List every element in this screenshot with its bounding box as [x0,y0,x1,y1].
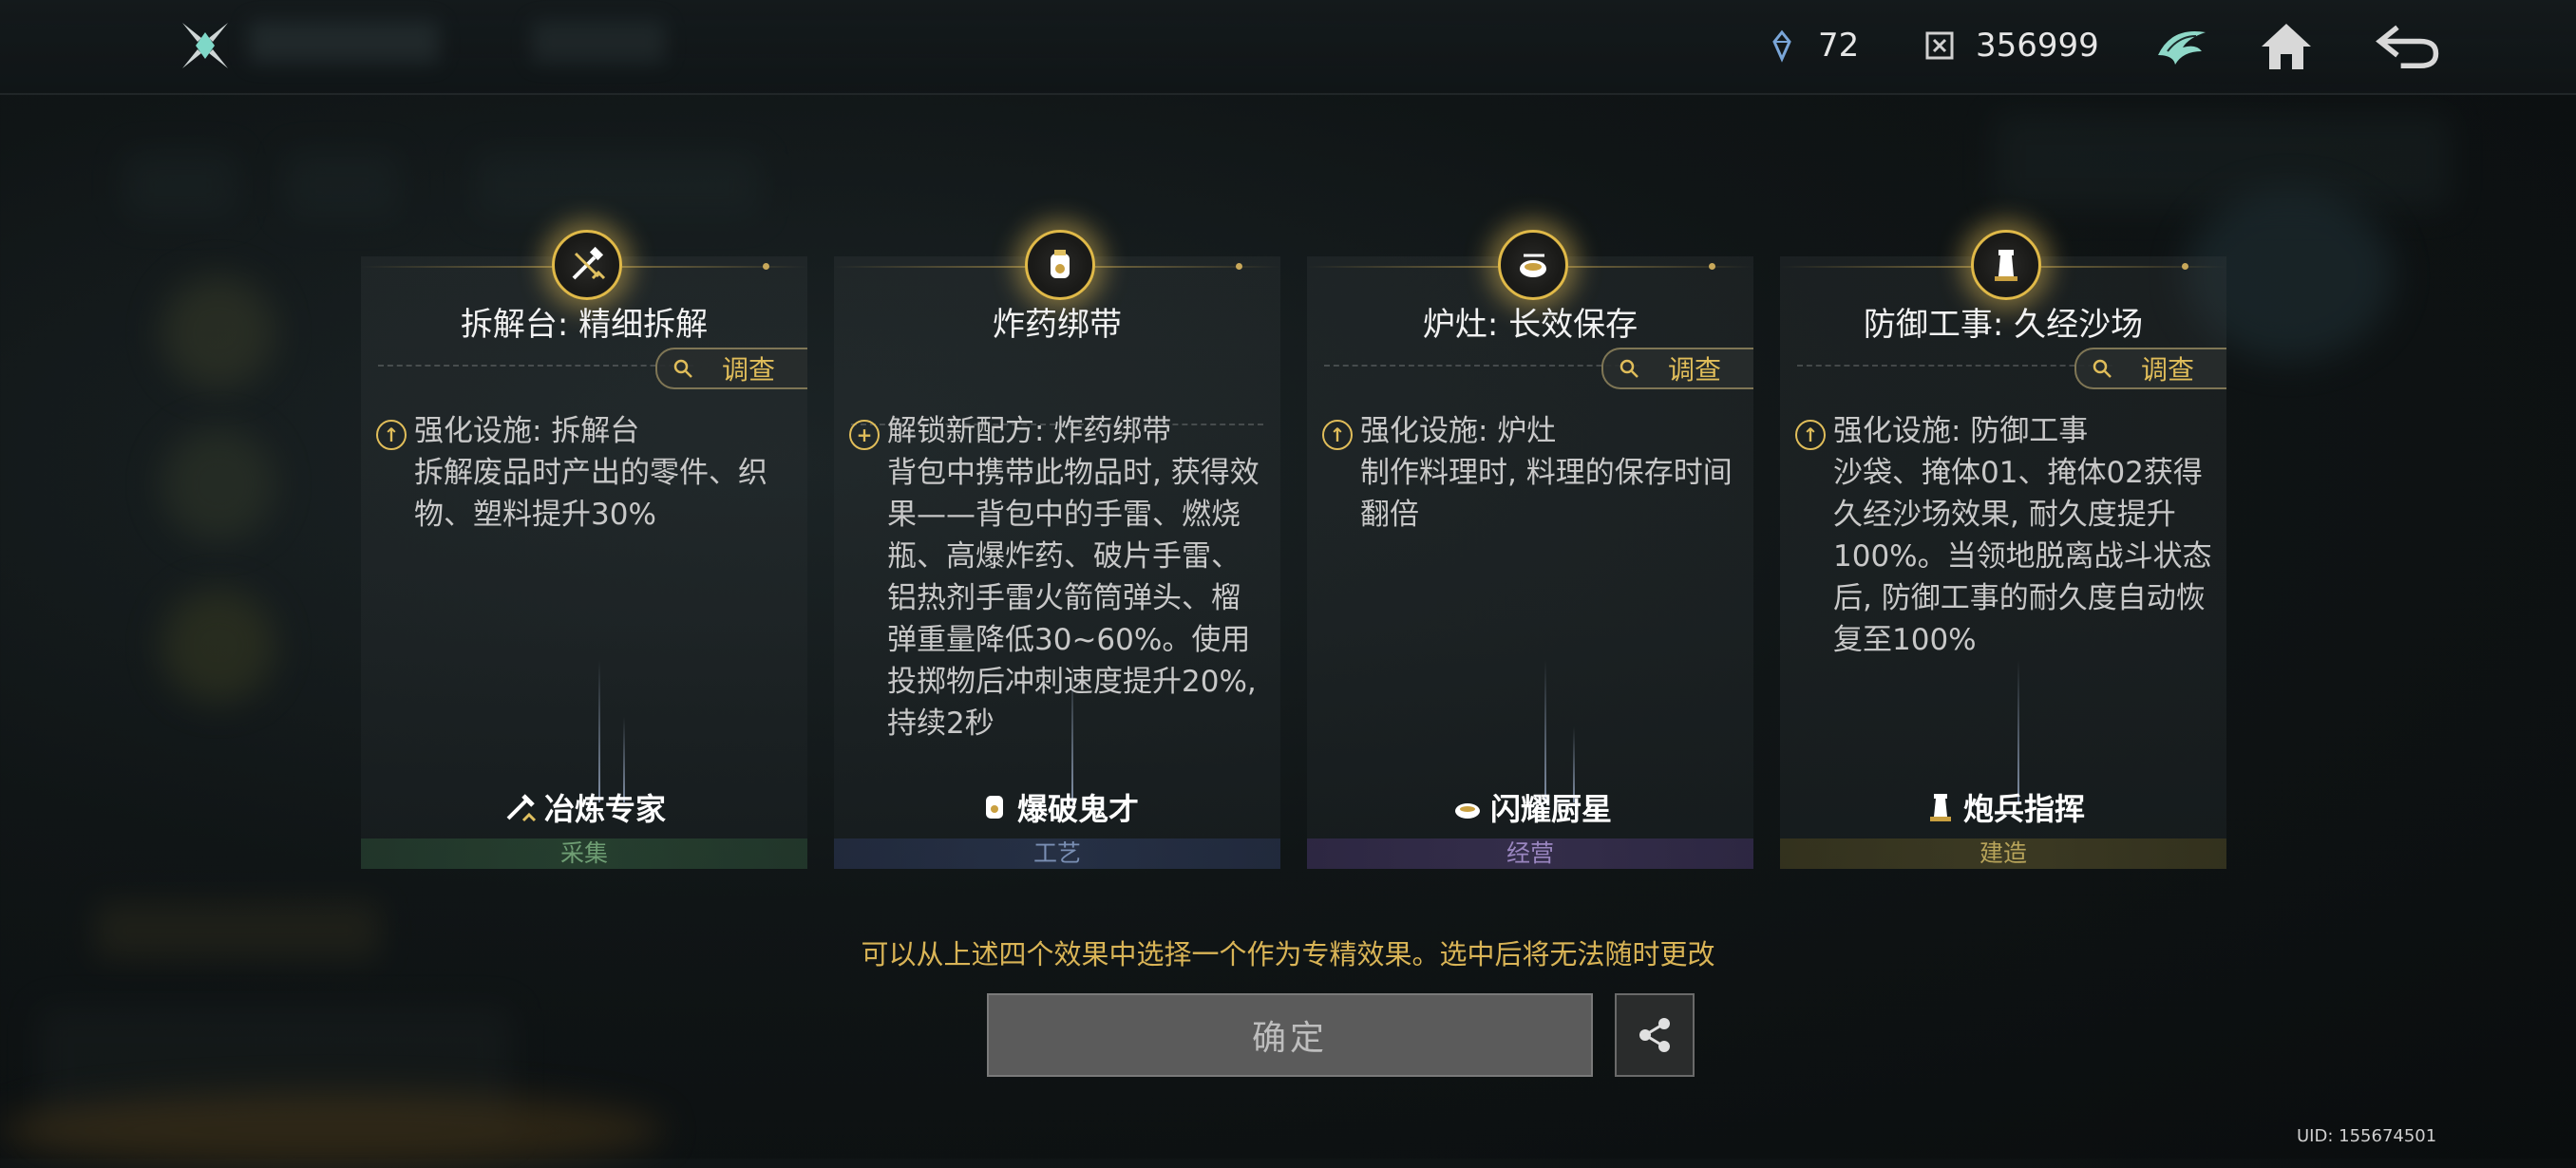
background-blur [161,275,275,389]
explosive-belt-icon [985,796,1003,819]
back-icon[interactable] [2375,13,2441,80]
confirm-button[interactable]: 确定 [987,993,1593,1077]
card-title: 炉灶: 长效保存 [1422,306,1638,344]
home-icon[interactable] [2253,13,2320,80]
specialization-card-fortification[interactable]: 防御工事: 久经沙场 调查 ↑ 强化设施: 防御工事 沙袋、掩体01、掩体02获… [1780,230,2226,869]
upgrade-arrow-icon: ↑ [376,420,407,450]
light-beam [1544,660,1546,802]
share-icon [1639,1018,1670,1052]
light-beam [2017,660,2019,802]
effect-description: 沙袋、掩体01、掩体02获得久经沙场效果, 耐久度提升100%。当领地脱离战斗状… [1833,456,2212,657]
upgrade-arrow-icon: ↑ [1322,420,1353,450]
app-logo-icon [177,17,234,74]
blurred-title [249,21,439,63]
skill-label: 爆破鬼才 [834,785,1280,829]
effect-type: 强化设施: 防御工事 [1833,414,2089,448]
hammer-wrench-icon [506,794,537,822]
background-blur [161,589,275,703]
card-title: 炸药绑带 [993,306,1122,344]
inspect-label: 调查 [722,354,776,386]
category-tag: 建造 [1780,838,2226,869]
upgrade-arrow-icon: ↑ [1795,420,1826,450]
background-blur [161,427,275,541]
skill-label: 炮兵指挥 [1780,785,2226,829]
effect-type: 解锁新配方: 炸药绑带 [887,414,1172,448]
blurred-title [532,21,665,63]
specialization-card-stove[interactable]: 炉灶: 长效保存 调查 ↑ 强化设施: 炉灶 制作料理时, 料理的保存时间翻倍 … [1307,230,1753,869]
card-divider-dot [763,263,769,270]
card-divider-dot [1709,263,1715,270]
category-tag: 采集 [361,838,807,869]
background-blur [1995,114,2451,209]
cooking-pot-icon [1454,803,1480,819]
card-divider-dot [2182,263,2188,270]
skill-name: 炮兵指挥 [1962,791,2085,827]
inspect-button[interactable]: 调查 [655,348,807,389]
card-title: 防御工事: 久经沙场 [1863,306,2144,344]
background-blur [475,152,760,218]
card-divider-dot [1236,263,1242,270]
light-beam [1071,660,1073,802]
card-title: 拆解台: 精细拆解 [460,306,709,344]
watchtower-icon [1971,230,2041,300]
plus-circle-icon: + [849,420,880,450]
specialization-card-explosive-belt[interactable]: 炸药绑带 + 解锁新配方: 炸药绑带 背包中携带此物品时, 获得效果——背包中的… [834,230,1280,869]
faction-emblem-icon[interactable] [2149,13,2215,80]
explosive-belt-icon [1025,230,1095,300]
card-body: 强化设施: 炉灶 制作料理时, 料理的保存时间翻倍 [1360,410,1740,536]
card-dashed-divider [378,365,693,367]
skill-name: 冶炼专家 [543,791,666,827]
card-dashed-divider [1324,365,1639,367]
inspect-label: 调查 [2141,354,2195,386]
card-body: 解锁新配方: 炸药绑带 背包中携带此物品时, 获得效果——背包中的手雷、燃烧瓶、… [887,410,1267,752]
background-blur [0,1092,665,1168]
category-tag: 经营 [1307,838,1753,869]
search-icon [2093,359,2112,378]
skill-label: 闪耀厨星 [1307,785,1753,829]
inspect-label: 调查 [1668,354,1722,386]
effect-description: 背包中携带此物品时, 获得效果——背包中的手雷、燃烧瓶、高爆炸药、破片手雷、铝热… [887,456,1260,741]
user-id: UID: 155674501 [2297,1126,2437,1146]
category-tag: 工艺 [834,838,1280,869]
currency-puzzle[interactable]: 356999 [1921,21,2099,70]
hammer-wrench-icon [552,230,622,300]
puzzle-currency-icon [1921,27,1959,65]
currency-crystal-value: 72 [1818,27,1860,65]
specialization-card-dismantle[interactable]: 拆解台: 精细拆解 调查 ↑ 强化设施: 拆解台 拆解废品时产出的零件、织物、塑… [361,230,807,869]
inspect-button[interactable]: 调查 [2074,348,2226,389]
currency-puzzle-value: 356999 [1976,27,2099,65]
effect-type: 强化设施: 炉灶 [1360,414,1557,448]
background-blur [123,152,237,218]
search-icon [673,359,692,378]
inspect-button[interactable]: 调查 [1601,348,1753,389]
selection-hint: 可以从上述四个效果中选择一个作为专精效果。选中后将无法随时更改 [861,938,1715,970]
background-blur [285,152,399,218]
share-button[interactable] [1615,993,1695,1077]
skill-label: 冶炼专家 [361,785,807,829]
card-dashed-divider [1797,365,2112,367]
card-body: 强化设施: 防御工事 沙袋、掩体01、掩体02获得久经沙场效果, 耐久度提升10… [1833,410,2213,661]
effect-description: 制作料理时, 料理的保存时间翻倍 [1360,456,1733,532]
top-bar: 72 356999 [0,0,2576,95]
light-beam [598,660,600,802]
cooking-pot-icon [1498,230,1568,300]
effect-type: 强化设施: 拆解台 [414,414,640,448]
watchtower-icon [1929,794,1951,821]
card-body: 强化设施: 拆解台 拆解废品时产出的零件、织物、塑料提升30% [414,410,794,536]
search-icon [1619,359,1638,378]
skill-name: 闪耀厨星 [1489,791,1612,827]
crystal-currency-icon [1763,27,1801,65]
effect-description: 拆解废品时产出的零件、织物、塑料提升30% [414,456,767,532]
skill-name: 爆破鬼才 [1016,791,1139,827]
currency-crystal[interactable]: 72 [1763,21,1859,70]
